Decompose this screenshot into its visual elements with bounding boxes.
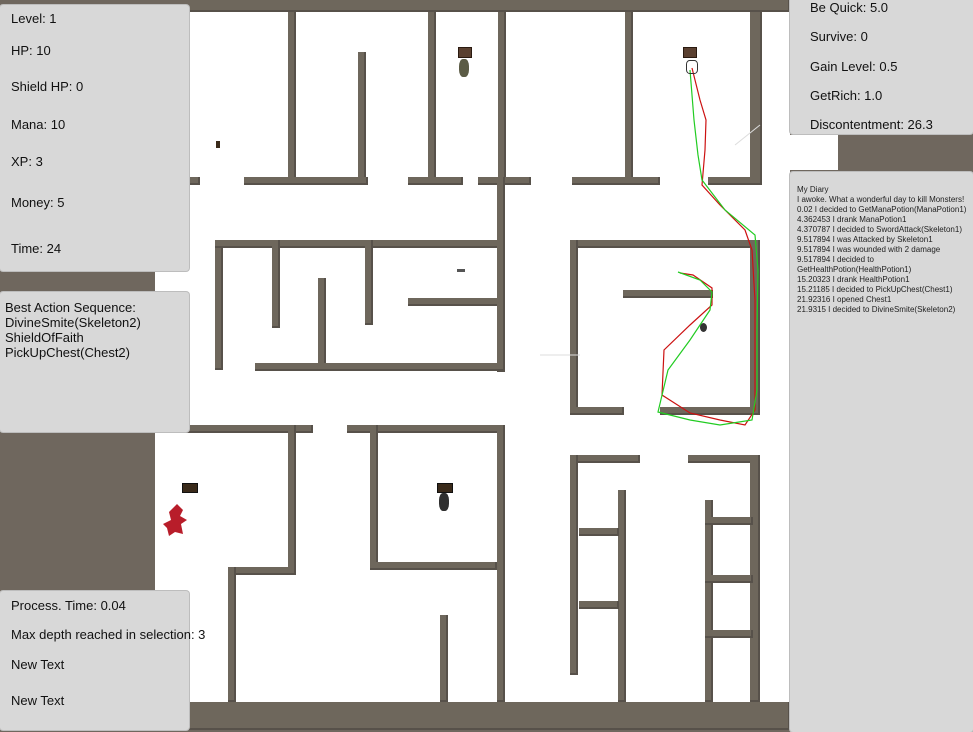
action-item: DivineSmite(Skeleton2) bbox=[5, 315, 141, 330]
process-time: Process. Time: 0.04 bbox=[11, 598, 126, 613]
diary-entry: 15.21185 I decided to PickUpChest(Chest1… bbox=[797, 285, 953, 294]
level-stat: Level: 1 bbox=[11, 11, 57, 26]
goal-gain-level: Gain Level: 0.5 bbox=[810, 59, 898, 74]
max-depth: Max depth reached in selection: 3 bbox=[11, 627, 206, 642]
chest-icon bbox=[683, 47, 697, 58]
potion-icon bbox=[216, 141, 220, 148]
goal-survive: Survive: 0 bbox=[810, 29, 868, 44]
diary-entry: 4.362453 I drank ManaPotion1 bbox=[797, 215, 907, 224]
diary-entry: 9.517894 I was wounded with 2 damage bbox=[797, 245, 941, 254]
path-guide bbox=[734, 124, 761, 146]
diary-entry: 21.92316 I opened Chest1 bbox=[797, 295, 892, 304]
goals-panel: Be Quick: 5.0 Survive: 0 Gain Level: 0.5… bbox=[790, 0, 973, 134]
diary-entry: 0.02 I decided to GetManaPotion(ManaPoti… bbox=[797, 205, 967, 214]
new-text-2: New Text bbox=[11, 693, 65, 708]
chest-icon bbox=[437, 483, 453, 493]
diary-entry: 15.20323 I drank HealthPotion1 bbox=[797, 275, 910, 284]
best-action-title: Best Action Sequence: bbox=[5, 300, 136, 315]
diary-entry: 9.517894 I was Attacked by Skeleton1 bbox=[797, 235, 933, 244]
chest-icon bbox=[458, 47, 472, 58]
stats-panel: Level: 1 HP: 10 Shield HP: 0 Mana: 10 XP… bbox=[0, 5, 189, 271]
discontentment: Discontentment: 26.3 bbox=[810, 117, 933, 132]
hero-icon bbox=[700, 323, 707, 332]
skeleton-icon bbox=[439, 493, 449, 511]
diary-entry: 21.9315 I decided to DivineSmite(Skeleto… bbox=[797, 305, 956, 314]
goal-be-quick: Be Quick: 5.0 bbox=[810, 0, 889, 15]
chest-icon bbox=[182, 483, 198, 493]
diary-log: My Diary I awoke. What a wonderful day t… bbox=[797, 185, 969, 315]
item-icon bbox=[457, 269, 465, 272]
goal-get-rich: GetRich: 1.0 bbox=[810, 88, 883, 103]
actual-path-green bbox=[657, 69, 759, 426]
time-stat: Time: 24 bbox=[11, 241, 62, 256]
money-stat: Money: 5 bbox=[11, 195, 65, 210]
shield-hp-stat: Shield HP: 0 bbox=[11, 79, 84, 94]
dragon-icon bbox=[163, 502, 191, 538]
action-item: ShieldOfFaith bbox=[5, 330, 84, 345]
diary-entry: I awoke. What a wonderful day to kill Mo… bbox=[797, 195, 965, 204]
action-item: PickUpChest(Chest2) bbox=[5, 345, 130, 360]
diary-entry: 4.370787 I decided to SwordAttack(Skelet… bbox=[797, 225, 962, 234]
process-panel: Process. Time: 0.04 Max depth reached in… bbox=[0, 591, 205, 730]
player-icon bbox=[686, 60, 698, 74]
best-action-panel: Best Action Sequence: DivineSmite(Skelet… bbox=[0, 292, 189, 432]
diary-entry: 9.517894 I decided to GetHealthPotion(He… bbox=[797, 255, 912, 274]
hp-stat: HP: 10 bbox=[11, 43, 51, 58]
new-text-1: New Text bbox=[11, 657, 65, 672]
diary-title: My Diary bbox=[797, 185, 829, 194]
planned-path-red bbox=[661, 67, 756, 426]
xp-stat: XP: 3 bbox=[11, 154, 43, 169]
skeleton-icon bbox=[459, 59, 469, 77]
mana-stat: Mana: 10 bbox=[11, 117, 66, 132]
